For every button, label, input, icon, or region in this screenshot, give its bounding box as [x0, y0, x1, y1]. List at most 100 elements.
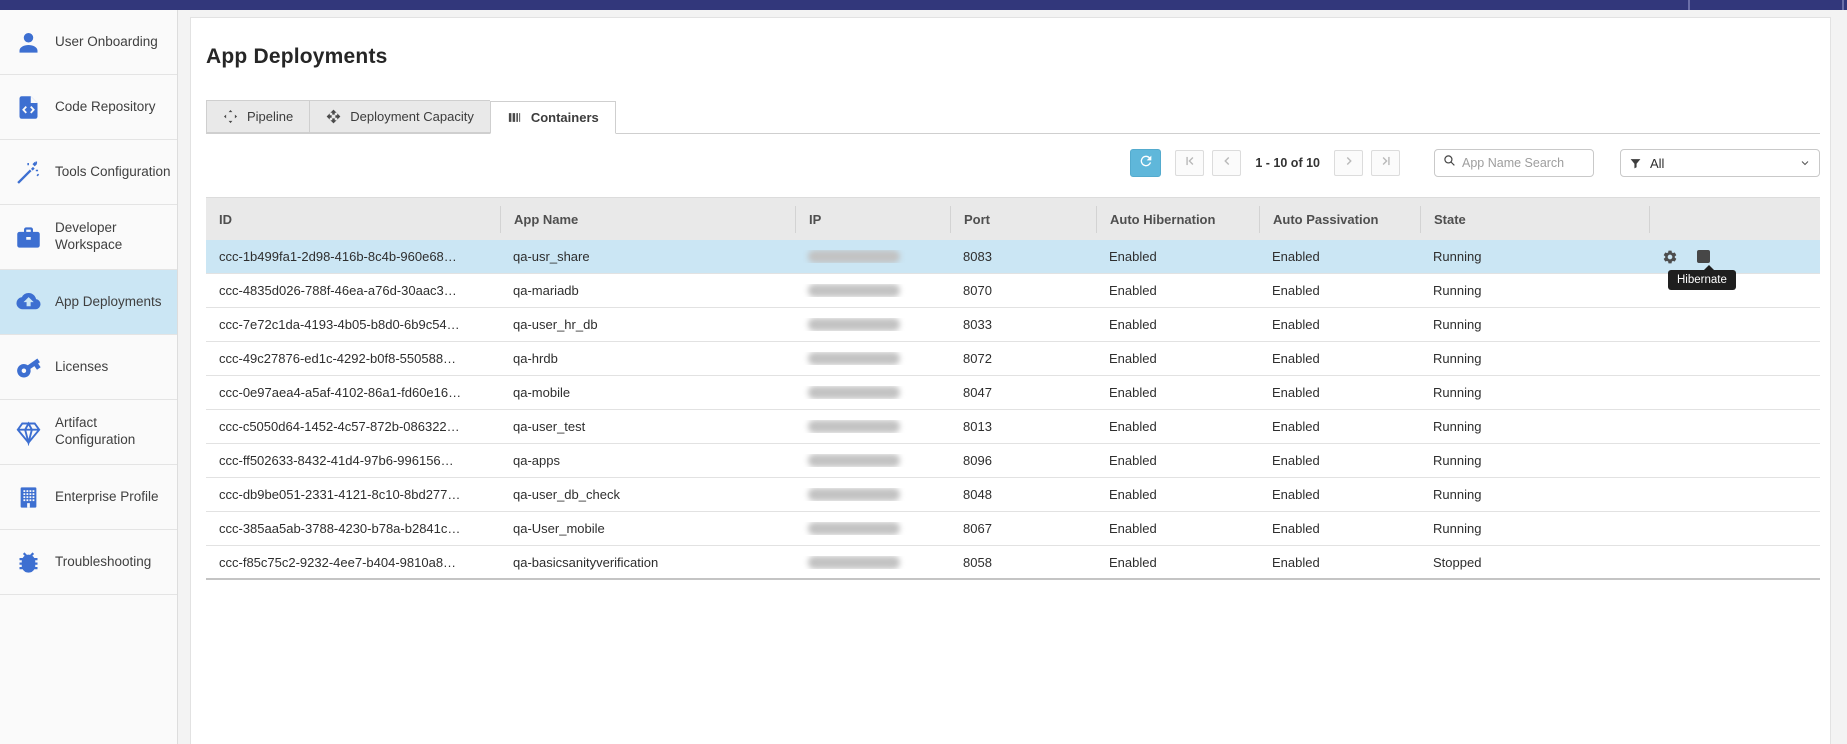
cell-auto-hibernation: Enabled [1096, 283, 1259, 298]
sidebar-item-tools-configuration[interactable]: Tools Configuration [0, 140, 177, 205]
code-repository-icon [15, 94, 42, 121]
cell-port: 8048 [950, 487, 1096, 502]
redacted-ip-value [808, 386, 900, 399]
sidebar-item-artifact-configuration[interactable]: Artifact Configuration [0, 400, 177, 465]
enterprise-profile-icon [15, 484, 42, 511]
sidebar-item-label: Enterprise Profile [55, 489, 159, 506]
sidebar-item-troubleshooting[interactable]: Troubleshooting [0, 530, 177, 595]
sidebar-item-licenses[interactable]: Licenses [0, 335, 177, 400]
cell-ip-redacted [795, 250, 950, 263]
cell-app-name: qa-hrdb [500, 351, 795, 366]
content-card: App Deployments PipelineDeployment Capac… [190, 17, 1831, 744]
chevron-right-icon [1342, 154, 1356, 173]
cell-port: 8058 [950, 555, 1096, 570]
row-actions [1649, 478, 1820, 511]
table-row[interactable]: ccc-7e72c1da-4193-4b05-b8d0-6b9c54…qa-us… [206, 308, 1820, 342]
cell-id: ccc-0e97aea4-a5af-4102-86a1-fd60e16… [206, 385, 500, 400]
table-row[interactable]: ccc-ff502633-8432-41d4-97b6-996156…qa-ap… [206, 444, 1820, 478]
state-filter-dropdown[interactable]: All [1620, 149, 1820, 177]
row-actions [1649, 342, 1820, 375]
redacted-ip-value [808, 352, 900, 365]
table-row[interactable]: ccc-0e97aea4-a5af-4102-86a1-fd60e16…qa-m… [206, 376, 1820, 410]
hibernate-square-icon[interactable] [1697, 250, 1710, 263]
cell-id: ccc-49c27876-ed1c-4292-b0f8-550588… [206, 351, 500, 366]
table-header-row: IDApp NameIPPortAuto HibernationAuto Pas… [206, 197, 1820, 240]
row-actions [1649, 308, 1820, 341]
topbar-divider [1842, 0, 1844, 10]
cell-auto-passivation: Enabled [1259, 555, 1420, 570]
table-row[interactable]: ccc-db9be051-2331-4121-8c10-8bd277…qa-us… [206, 478, 1820, 512]
user-onboarding-icon [15, 29, 42, 56]
tooltip-label: Hibernate [1677, 274, 1727, 286]
cell-state: Running [1420, 487, 1649, 502]
cell-auto-passivation: Enabled [1259, 351, 1420, 366]
developer-workspace-icon [15, 224, 42, 251]
cell-state: Running [1420, 385, 1649, 400]
redacted-ip-value [808, 250, 900, 263]
sidebar-item-enterprise-profile[interactable]: Enterprise Profile [0, 465, 177, 530]
tab-bar: PipelineDeployment CapacityContainers [206, 100, 1820, 134]
sidebar-item-label: Troubleshooting [55, 554, 151, 571]
tab-deployment-capacity[interactable]: Deployment Capacity [309, 100, 490, 133]
table-row[interactable]: ccc-4835d026-788f-46ea-a76d-30aac3…qa-ma… [206, 274, 1820, 308]
sidebar-item-user-onboarding[interactable]: User Onboarding [0, 10, 177, 75]
top-navigation-bar [0, 0, 1847, 10]
redacted-ip-value [808, 556, 900, 569]
cell-auto-passivation: Enabled [1259, 487, 1420, 502]
cell-state: Running [1420, 283, 1649, 298]
column-header-app-name: App Name [500, 206, 795, 233]
cell-id: ccc-385aa5ab-3788-4230-b78a-b2841c… [206, 521, 500, 536]
licenses-icon [15, 354, 42, 381]
row-actions [1649, 512, 1820, 545]
hibernate-tooltip: Hibernate [1668, 270, 1736, 290]
search-input[interactable] [1462, 156, 1587, 170]
column-header-actions [1649, 206, 1820, 233]
tooltip-arrow [1704, 265, 1714, 270]
sidebar-item-developer-workspace[interactable]: Developer Workspace [0, 205, 177, 270]
cell-auto-hibernation: Enabled [1096, 385, 1259, 400]
cell-port: 8067 [950, 521, 1096, 536]
cell-app-name: qa-basicsanityverification [500, 555, 795, 570]
sidebar-item-app-deployments[interactable]: App Deployments [0, 270, 177, 335]
table-row[interactable]: ccc-c5050d64-1452-4c57-872b-086322…qa-us… [206, 410, 1820, 444]
filter-selected-value: All [1650, 156, 1799, 171]
last-page-button[interactable] [1371, 150, 1400, 176]
cell-ip-redacted [795, 352, 950, 365]
column-header-auto-hibernation: Auto Hibernation [1096, 206, 1259, 233]
page-title: App Deployments [206, 45, 1830, 69]
table-row[interactable]: ccc-f85c75c2-9232-4ee7-b404-9810a8…qa-ba… [206, 546, 1820, 580]
cell-auto-hibernation: Enabled [1096, 521, 1259, 536]
previous-page-button[interactable] [1212, 150, 1241, 176]
cell-port: 8033 [950, 317, 1096, 332]
refresh-icon [1138, 153, 1154, 174]
column-header-auto-passivation: Auto Passivation [1259, 206, 1420, 233]
cell-state: Stopped [1420, 555, 1649, 570]
column-header-id: ID [206, 206, 500, 233]
table-row[interactable]: ccc-49c27876-ed1c-4292-b0f8-550588…qa-hr… [206, 342, 1820, 376]
redacted-ip-value [808, 318, 900, 331]
gear-icon[interactable] [1662, 249, 1678, 265]
sidebar-item-label: Artifact Configuration [55, 415, 177, 449]
cell-auto-passivation: Enabled [1259, 317, 1420, 332]
redacted-ip-value [808, 454, 900, 467]
first-page-button[interactable] [1175, 150, 1204, 176]
cell-port: 8083 [950, 249, 1096, 264]
refresh-button[interactable] [1130, 149, 1161, 177]
sidebar-item-code-repository[interactable]: Code Repository [0, 75, 177, 140]
cell-auto-passivation: Enabled [1259, 419, 1420, 434]
cell-id: ccc-4835d026-788f-46ea-a76d-30aac3… [206, 283, 500, 298]
cell-state: Running [1420, 453, 1649, 468]
sidebar: User OnboardingCode Repository Tools Conf… [0, 10, 178, 744]
column-header-ip: IP [795, 206, 950, 233]
table-row[interactable]: ccc-1b499fa1-2d98-416b-8c4b-960e68…qa-us… [206, 240, 1820, 274]
sidebar-item-label: Tools Configuration [55, 164, 171, 181]
pipeline-icon [223, 109, 238, 124]
table-row[interactable]: ccc-385aa5ab-3788-4230-b78a-b2841c…qa-Us… [206, 512, 1820, 546]
next-page-button[interactable] [1334, 150, 1363, 176]
tab-pipeline[interactable]: Pipeline [206, 100, 309, 133]
column-header-state: State [1420, 206, 1649, 233]
cell-app-name: qa-mobile [500, 385, 795, 400]
cell-ip-redacted [795, 318, 950, 331]
tab-containers[interactable]: Containers [490, 101, 616, 134]
containers-table: IDApp NameIPPortAuto HibernationAuto Pas… [206, 197, 1820, 580]
